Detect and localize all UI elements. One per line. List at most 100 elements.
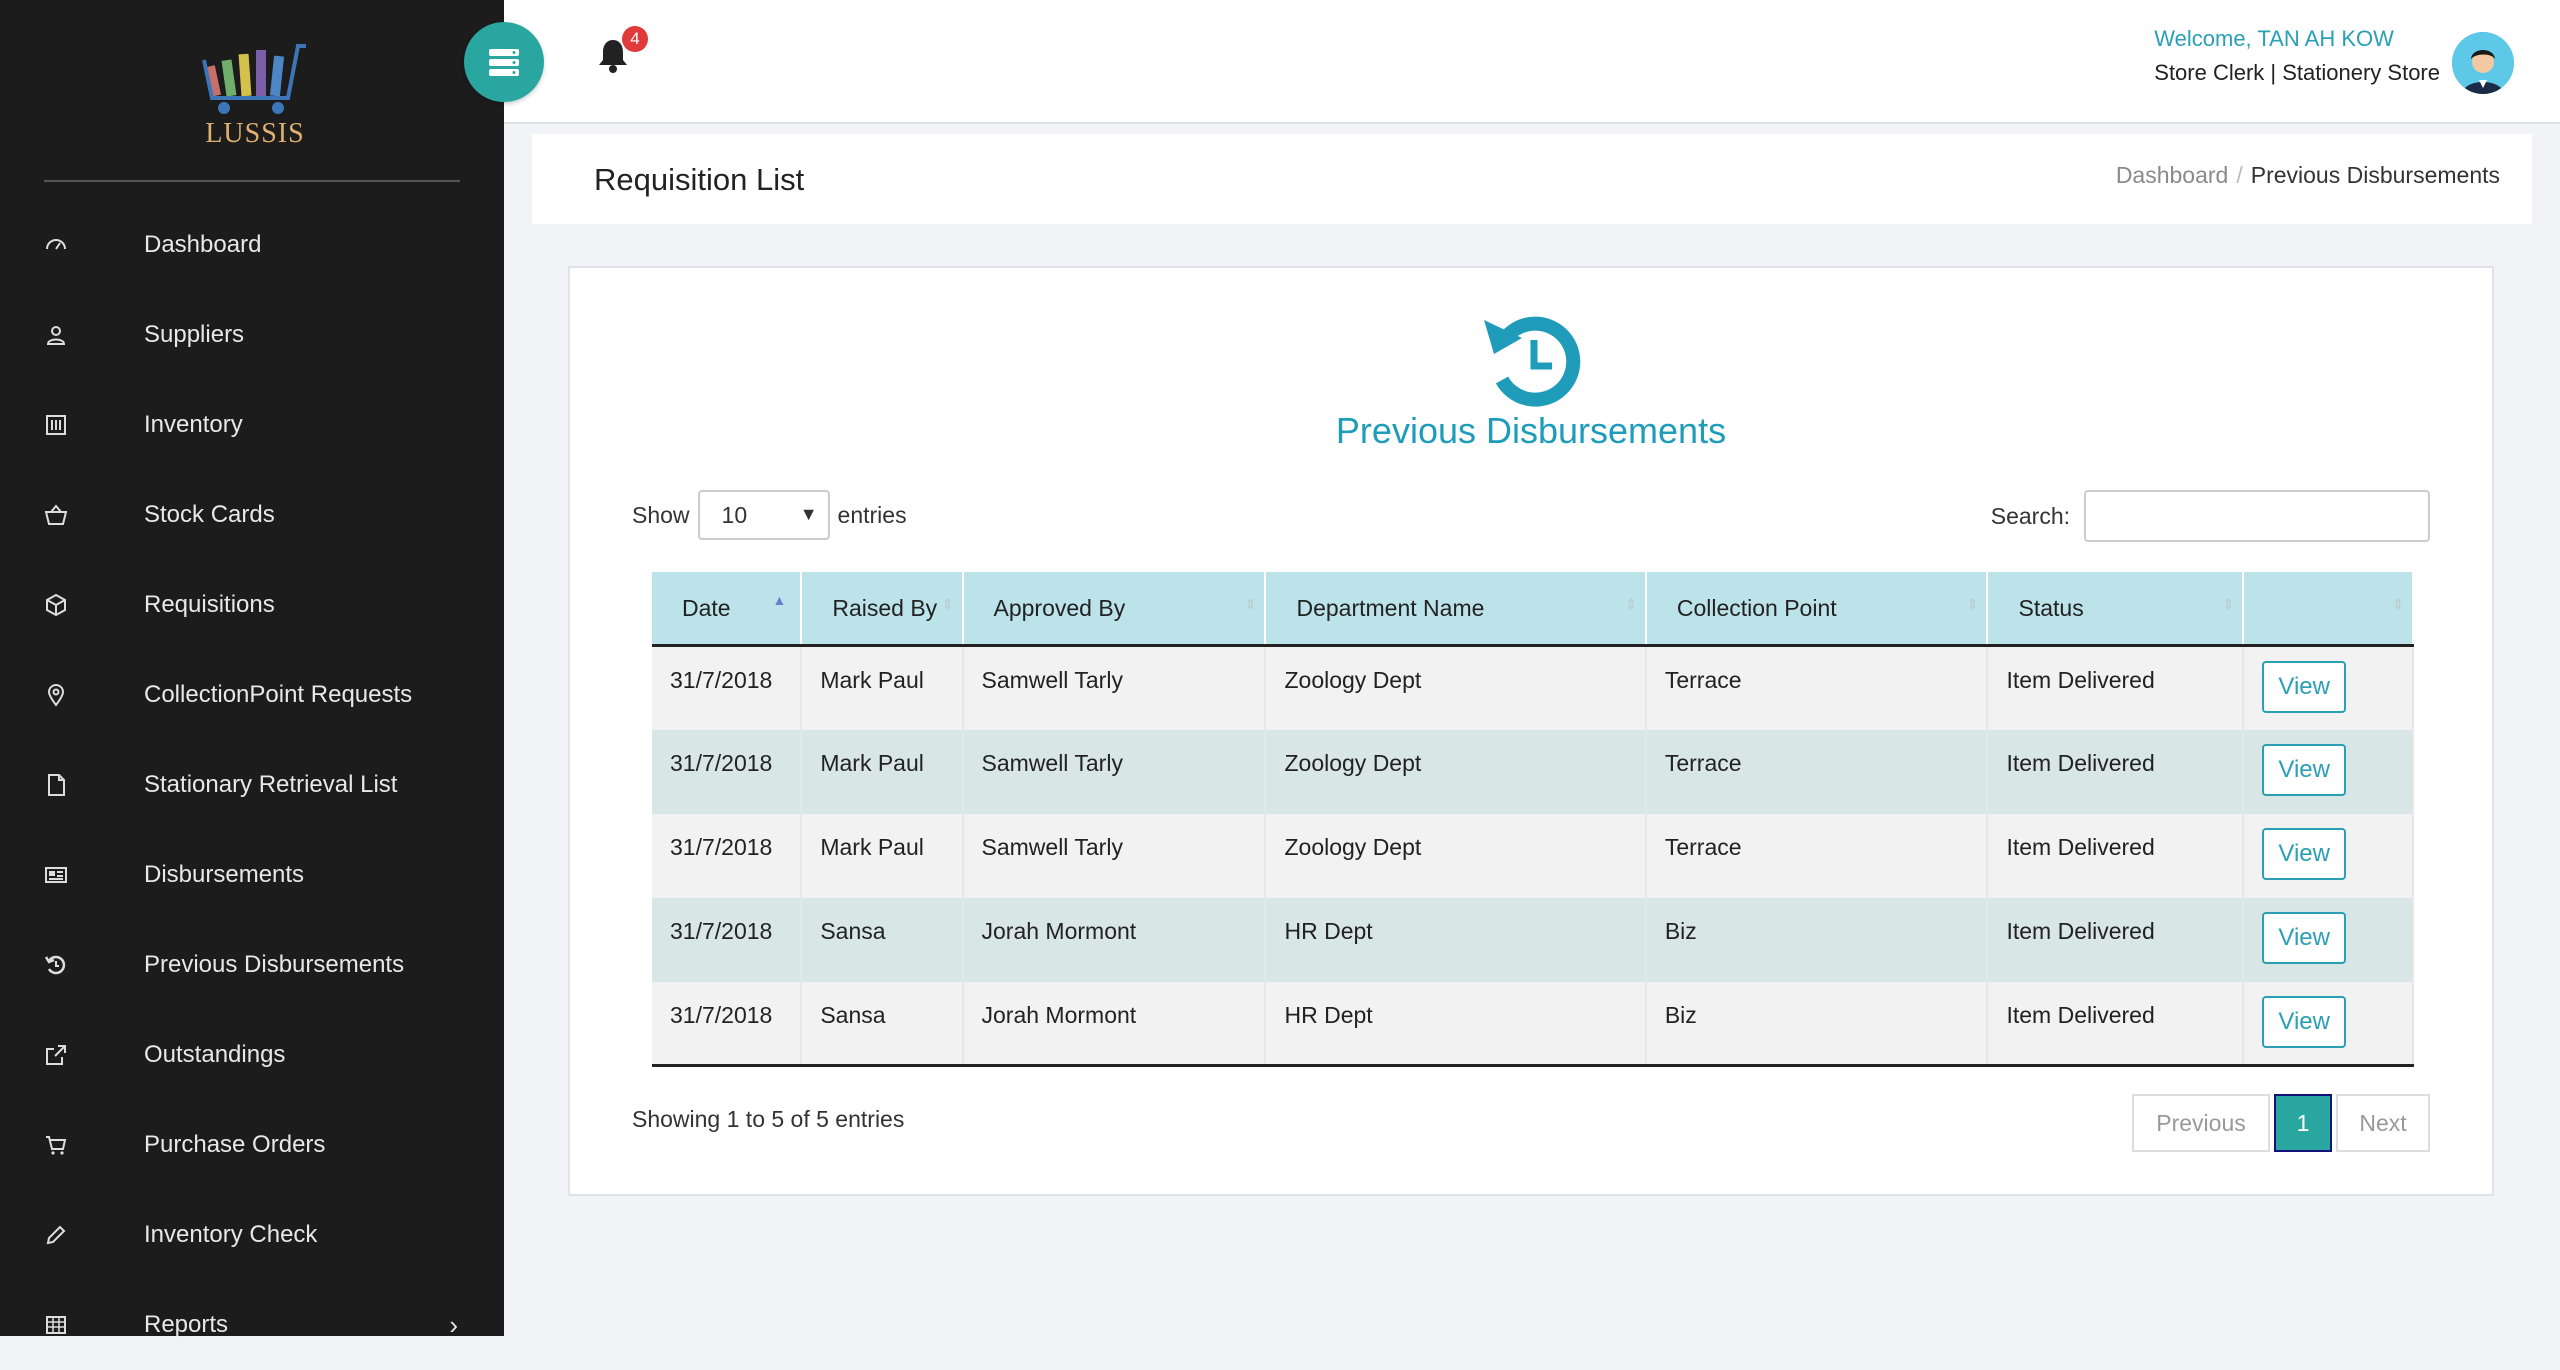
- column-header-raised-by[interactable]: Raised By ⇕: [801, 572, 964, 647]
- view-button[interactable]: View: [2262, 661, 2347, 713]
- column-header-approved-by[interactable]: Approved By ⇕: [962, 572, 1267, 647]
- cell-department: Zoology Dept: [1265, 645, 1647, 730]
- sidebar-item-dashboard[interactable]: Dashboard: [0, 200, 504, 290]
- cell-action: View: [2243, 813, 2414, 898]
- server-icon: [489, 49, 519, 76]
- sidebar-item-previous-disbursements[interactable]: Previous Disbursements: [0, 920, 504, 1010]
- page-size-select[interactable]: 10 ▼: [697, 490, 830, 540]
- cell-department: HR Dept: [1265, 981, 1647, 1067]
- sidebar-item-inventory-check[interactable]: Inventory Check: [0, 1190, 504, 1280]
- page-size-value: 10: [721, 501, 748, 528]
- next-page-button[interactable]: Next: [2336, 1094, 2430, 1152]
- welcome-text: Welcome, TAN AH KOW: [2154, 26, 2394, 51]
- pdf-icon: [42, 771, 70, 799]
- sidebar-item-label: Requisitions: [144, 591, 275, 618]
- top-bar: 4 Welcome, TAN AH KOW Store Clerk | Stat…: [464, 0, 2560, 124]
- page-header: Requisition List Dashboard / Previous Disb…: [532, 134, 2532, 224]
- sidebar-item-outstandings[interactable]: Outstandings: [0, 1010, 504, 1100]
- pencil-icon: [42, 1221, 70, 1249]
- cell-action: View: [2243, 981, 2414, 1067]
- column-header-department-name[interactable]: Department Name ⇕: [1265, 572, 1647, 647]
- sidebar: LUSSIS Dashboard Suppliers Inventory Sto…: [0, 0, 504, 1340]
- cell-approved-by: Samwell Tarly: [962, 813, 1267, 898]
- cell-status: Item Delivered: [1987, 981, 2245, 1067]
- cell-department: Zoology Dept: [1265, 813, 1647, 898]
- cell-status: Item Delivered: [1987, 729, 2245, 814]
- sidebar-item-label: Purchase Orders: [144, 1131, 326, 1158]
- cell-approved-by: Samwell Tarly: [962, 729, 1267, 814]
- column-header-collection-point[interactable]: Collection Point ⇕: [1645, 572, 1989, 647]
- column-header-label: Collection Point: [1676, 594, 1837, 621]
- sidebar-item-label: CollectionPoint Requests: [144, 681, 413, 708]
- previous-page-button[interactable]: Previous: [2132, 1094, 2270, 1152]
- view-button[interactable]: View: [2262, 995, 2347, 1048]
- disbursements-card: Previous Disbursements Show 10 ▼ entries…: [568, 266, 2494, 1196]
- caret-down-icon: ▼: [799, 504, 818, 524]
- table-row: 31/7/2018 Mark Paul Samwell Tarly Zoolog…: [652, 729, 2414, 814]
- sort-icon: ⇕: [1966, 596, 1979, 612]
- sidebar-item-label: Suppliers: [144, 321, 245, 348]
- sidebar-item-label: Stationary Retrieval List: [144, 771, 398, 798]
- cell-raised-by: Sansa: [801, 897, 964, 982]
- app-logo[interactable]: LUSSIS: [200, 40, 310, 160]
- view-button[interactable]: View: [2262, 911, 2347, 964]
- entries-label: entries: [837, 501, 907, 528]
- sidebar-item-purchase-orders[interactable]: Purchase Orders: [0, 1100, 504, 1190]
- cell-status: Item Delivered: [1987, 645, 2245, 730]
- table-header-row: Date ▲ Raised By ⇕ Approved By ⇕ Department…: [652, 572, 2414, 647]
- table-row: 31/7/2018 Mark Paul Samwell Tarly Zoolog…: [652, 813, 2414, 898]
- card-title: Previous Disbursements: [1335, 410, 1727, 451]
- cell-approved-by: Jorah Mormont: [962, 897, 1267, 982]
- sidebar-item-suppliers[interactable]: Suppliers: [0, 290, 504, 380]
- disbursements-table: Date ▲ Raised By ⇕ Approved By ⇕ Department…: [652, 572, 2414, 1067]
- sidebar-item-label: Dashboard: [144, 231, 262, 258]
- sidebar-item-label: Inventory: [144, 411, 243, 438]
- sidebar-item-collectionpoint-requests[interactable]: CollectionPoint Requests: [0, 650, 504, 740]
- cell-date: 31/7/2018: [652, 897, 803, 982]
- sidebar-item-reports[interactable]: Reports ›: [0, 1280, 504, 1370]
- sort-icon: ⇕: [2222, 596, 2235, 612]
- external-link-icon: [42, 1041, 70, 1069]
- table-info: Showing 1 to 5 of 5 entries: [632, 1106, 905, 1132]
- cell-department: Zoology Dept: [1265, 729, 1647, 814]
- breadcrumb-separator: /: [2236, 162, 2243, 188]
- menu-toggle-button[interactable]: [464, 22, 544, 102]
- cell-approved-by: Jorah Mormont: [962, 981, 1267, 1067]
- table-icon: [42, 1311, 70, 1339]
- notification-badge: 4: [622, 26, 648, 52]
- dashboard-icon: [42, 231, 70, 259]
- breadcrumb-home[interactable]: Dashboard: [2116, 162, 2229, 188]
- column-header-action[interactable]: ⇕: [2243, 572, 2414, 647]
- breadcrumb: Dashboard / Previous Disbursements: [2116, 162, 2500, 189]
- column-header-status[interactable]: Status ⇕: [1987, 572, 2245, 647]
- column-header-date[interactable]: Date ▲: [652, 572, 803, 647]
- view-button[interactable]: View: [2262, 827, 2347, 880]
- map-pin-icon: [42, 681, 70, 709]
- box-icon: [42, 591, 70, 619]
- sidebar-item-requisitions[interactable]: Requisitions: [0, 560, 504, 650]
- sort-icon: ⇕: [941, 596, 954, 612]
- search-label: Search:: [1990, 502, 2070, 529]
- sidebar-divider: [44, 180, 460, 182]
- cart-icon: [42, 1131, 70, 1159]
- history-icon: [42, 951, 70, 979]
- sidebar-item-stock-cards[interactable]: Stock Cards: [0, 470, 504, 560]
- page-size-control: Show 10 ▼ entries: [632, 490, 907, 540]
- sidebar-item-label: Disbursements: [144, 861, 305, 888]
- sidebar-item-stationary-retrieval-list[interactable]: Stationary Retrieval List: [0, 740, 504, 830]
- sidebar-nav: Dashboard Suppliers Inventory Stock Card…: [0, 200, 504, 1370]
- sidebar-item-inventory[interactable]: Inventory: [0, 380, 504, 470]
- avatar[interactable]: [2452, 32, 2514, 94]
- user-role: Store Clerk | Stationery Store: [2154, 60, 2440, 85]
- search-input[interactable]: [2084, 490, 2430, 542]
- cell-raised-by: Sansa: [801, 981, 964, 1067]
- cell-date: 31/7/2018: [652, 981, 803, 1067]
- view-button[interactable]: View: [2262, 743, 2347, 796]
- history-icon: [1484, 316, 1581, 407]
- current-page-button[interactable]: 1: [2274, 1094, 2332, 1152]
- sidebar-item-label: Stock Cards: [144, 501, 275, 528]
- cell-department: HR Dept: [1265, 897, 1647, 982]
- sidebar-item-disbursements[interactable]: Disbursements: [0, 830, 504, 920]
- cell-collection-point: Biz: [1645, 897, 1989, 982]
- cell-raised-by: Mark Paul: [801, 645, 964, 730]
